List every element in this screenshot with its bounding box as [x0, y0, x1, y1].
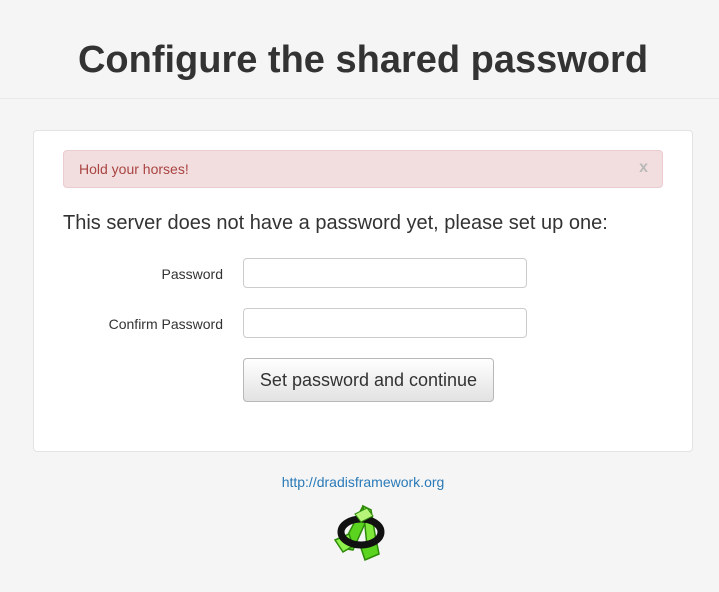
- dradis-website-link[interactable]: http://dradisframework.org: [0, 474, 719, 491]
- password-label: Password: [161, 266, 223, 282]
- page-header: Configure the shared password: [0, 0, 719, 99]
- alert-close-button[interactable]: x: [639, 159, 648, 177]
- password-setup-card: Hold your horses! x This server does not…: [33, 130, 693, 452]
- form-intro-text: This server does not have a password yet…: [63, 212, 608, 234]
- page-title: Configure the shared password: [77, 39, 649, 81]
- confirm-password-input[interactable]: [243, 308, 527, 338]
- alert-message: Hold your horses!: [79, 161, 189, 177]
- dradis-logo-icon: [333, 504, 385, 562]
- password-input[interactable]: [243, 258, 527, 288]
- set-password-button[interactable]: Set password and continue: [243, 358, 494, 402]
- confirm-password-label: Confirm Password: [108, 316, 223, 332]
- alert-warning: Hold your horses! x: [63, 150, 663, 188]
